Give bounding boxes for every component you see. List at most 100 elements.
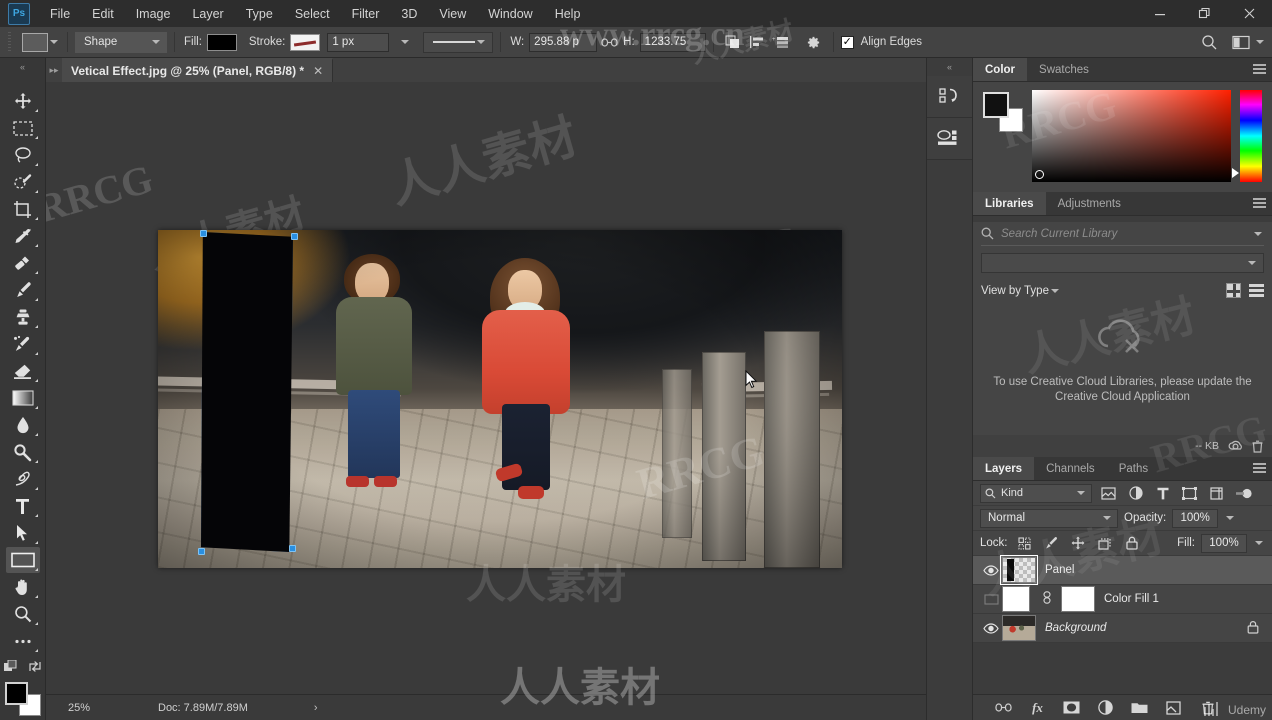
lock-position-icon[interactable] [1068, 534, 1089, 553]
shape-width-field[interactable]: 295.88 p [529, 33, 597, 52]
menu-3d[interactable]: 3D [390, 2, 428, 26]
rectangle-tool[interactable] [6, 547, 40, 573]
path-anchor-point[interactable] [198, 548, 205, 555]
menu-layer[interactable]: Layer [181, 2, 234, 26]
tab-channels[interactable]: Channels [1034, 457, 1107, 480]
menu-view[interactable]: View [428, 2, 477, 26]
layer-style-fx-icon[interactable]: fx [1029, 699, 1046, 716]
layer-visibility-eye-icon[interactable] [980, 594, 1002, 605]
menu-file[interactable]: File [39, 2, 81, 26]
color-panel-swatches[interactable] [983, 92, 1023, 132]
path-anchor-point[interactable] [289, 545, 296, 552]
history-brush-tool[interactable] [6, 331, 40, 357]
menu-image[interactable]: Image [125, 2, 182, 26]
blend-mode-select[interactable]: Normal [980, 509, 1118, 528]
stroke-width-chevron-down-icon[interactable] [393, 31, 417, 53]
document-tab[interactable]: Vetical Effect.jpg @ 25% (Panel, RGB/8) … [62, 58, 333, 82]
filter-toggle-icon[interactable] [1233, 484, 1254, 503]
layer-row-panel[interactable]: Panel [973, 556, 1272, 585]
lock-image-pixels-icon[interactable] [1041, 534, 1062, 553]
stroke-width-field[interactable]: 1 px [327, 33, 389, 52]
path-anchor-point[interactable] [200, 230, 207, 237]
library-select[interactable] [981, 253, 1264, 273]
restore-button[interactable] [1182, 0, 1227, 27]
filter-shape-icon[interactable] [1179, 484, 1200, 503]
default-colors-icon[interactable] [4, 660, 18, 676]
eraser-tool[interactable] [6, 358, 40, 384]
black-vertical-panel-shape[interactable] [201, 232, 293, 552]
tool-preset-chevron-down-icon[interactable] [50, 40, 58, 44]
layer-name[interactable]: Color Fill 1 [1104, 593, 1265, 605]
minimize-button[interactable] [1137, 0, 1182, 27]
menu-filter[interactable]: Filter [341, 2, 391, 26]
filter-pixel-icon[interactable] [1098, 484, 1119, 503]
document-close-icon[interactable]: ✕ [313, 64, 323, 78]
menu-window[interactable]: Window [477, 2, 543, 26]
add-layer-mask-icon[interactable] [1063, 699, 1080, 716]
search-icon[interactable] [1197, 31, 1221, 53]
clone-stamp-tool[interactable] [6, 304, 40, 330]
stroke-color-swatch[interactable] [290, 34, 320, 51]
shape-mode-select[interactable]: Shape [75, 32, 167, 53]
spot-healing-brush-tool[interactable] [6, 250, 40, 276]
color-field[interactable] [1032, 90, 1231, 182]
crop-tool[interactable] [6, 196, 40, 222]
search-input[interactable]: Search Current Library [1001, 228, 1245, 240]
rectangular-marquee-tool[interactable] [6, 115, 40, 141]
stroke-style-select[interactable] [423, 32, 493, 53]
toolbar-collapse-icon[interactable]: « [0, 62, 46, 72]
zoom-level[interactable]: 25% [46, 702, 118, 714]
hand-tool[interactable] [6, 574, 40, 600]
canvas-area[interactable]: 人人素材 RRCG 人人素材 RRCG [46, 82, 926, 694]
move-tool[interactable] [6, 88, 40, 114]
link-layers-icon[interactable] [995, 699, 1012, 716]
layer-thumbnail[interactable] [1002, 615, 1036, 641]
new-adjustment-layer-icon[interactable] [1097, 699, 1114, 716]
color-swatches[interactable] [5, 682, 41, 716]
fill-color-swatch[interactable] [207, 34, 237, 51]
layer-name[interactable]: Panel [1045, 564, 1265, 576]
status-expand-icon[interactable]: › [314, 702, 318, 714]
panel-menu-icon[interactable] [1253, 463, 1266, 474]
lock-artboard-icon[interactable] [1095, 534, 1116, 553]
swap-colors-icon[interactable] [28, 660, 42, 676]
lock-all-icon[interactable] [1122, 534, 1143, 553]
pen-tool[interactable] [6, 466, 40, 492]
list-view-icon[interactable] [1249, 284, 1264, 297]
fill-value[interactable]: 100% [1201, 534, 1247, 553]
menu-edit[interactable]: Edit [81, 2, 125, 26]
opacity-chevron-down-icon[interactable] [1226, 516, 1234, 520]
chevron-down-icon[interactable] [1051, 289, 1059, 293]
color-field-marker[interactable] [1035, 170, 1044, 179]
layer-visibility-eye-icon[interactable] [980, 565, 1002, 576]
path-arrangement-icon[interactable]: + [769, 31, 793, 53]
tab-color[interactable]: Color [973, 58, 1027, 81]
lasso-tool[interactable] [6, 142, 40, 168]
chevron-down-icon[interactable] [1254, 232, 1262, 236]
link-chain-icon[interactable] [597, 31, 621, 53]
filter-adjustment-icon[interactable] [1125, 484, 1146, 503]
brush-tool[interactable] [6, 277, 40, 303]
opacity-value[interactable]: 100% [1172, 509, 1218, 528]
trash-icon[interactable] [1252, 440, 1263, 453]
menu-help[interactable]: Help [544, 2, 592, 26]
foreground-color-swatch[interactable] [983, 92, 1009, 118]
gradient-tool[interactable] [6, 385, 40, 411]
path-alignment-icon[interactable] [745, 31, 769, 53]
tab-adjustments[interactable]: Adjustments [1046, 192, 1133, 215]
layer-thumbnail[interactable] [1002, 586, 1030, 612]
library-search-row[interactable]: Search Current Library [981, 222, 1264, 246]
edit-toolbar-tool[interactable] [6, 628, 40, 654]
layer-filter-kind-select[interactable]: Kind [980, 484, 1092, 503]
filter-type-icon[interactable] [1152, 484, 1173, 503]
layer-mask-thumbnail[interactable] [1061, 586, 1095, 612]
cloud-sync-icon[interactable] [1228, 440, 1243, 452]
layer-thumbnail[interactable] [1002, 557, 1036, 583]
grid-view-icon[interactable] [1226, 283, 1241, 298]
tab-libraries[interactable]: Libraries [973, 192, 1046, 215]
blur-tool[interactable] [6, 412, 40, 438]
hue-slider-marker[interactable] [1232, 168, 1239, 178]
artboard[interactable] [158, 230, 842, 568]
path-anchor-point[interactable] [291, 233, 298, 240]
view-by-type-label[interactable]: View by Type [981, 285, 1049, 297]
